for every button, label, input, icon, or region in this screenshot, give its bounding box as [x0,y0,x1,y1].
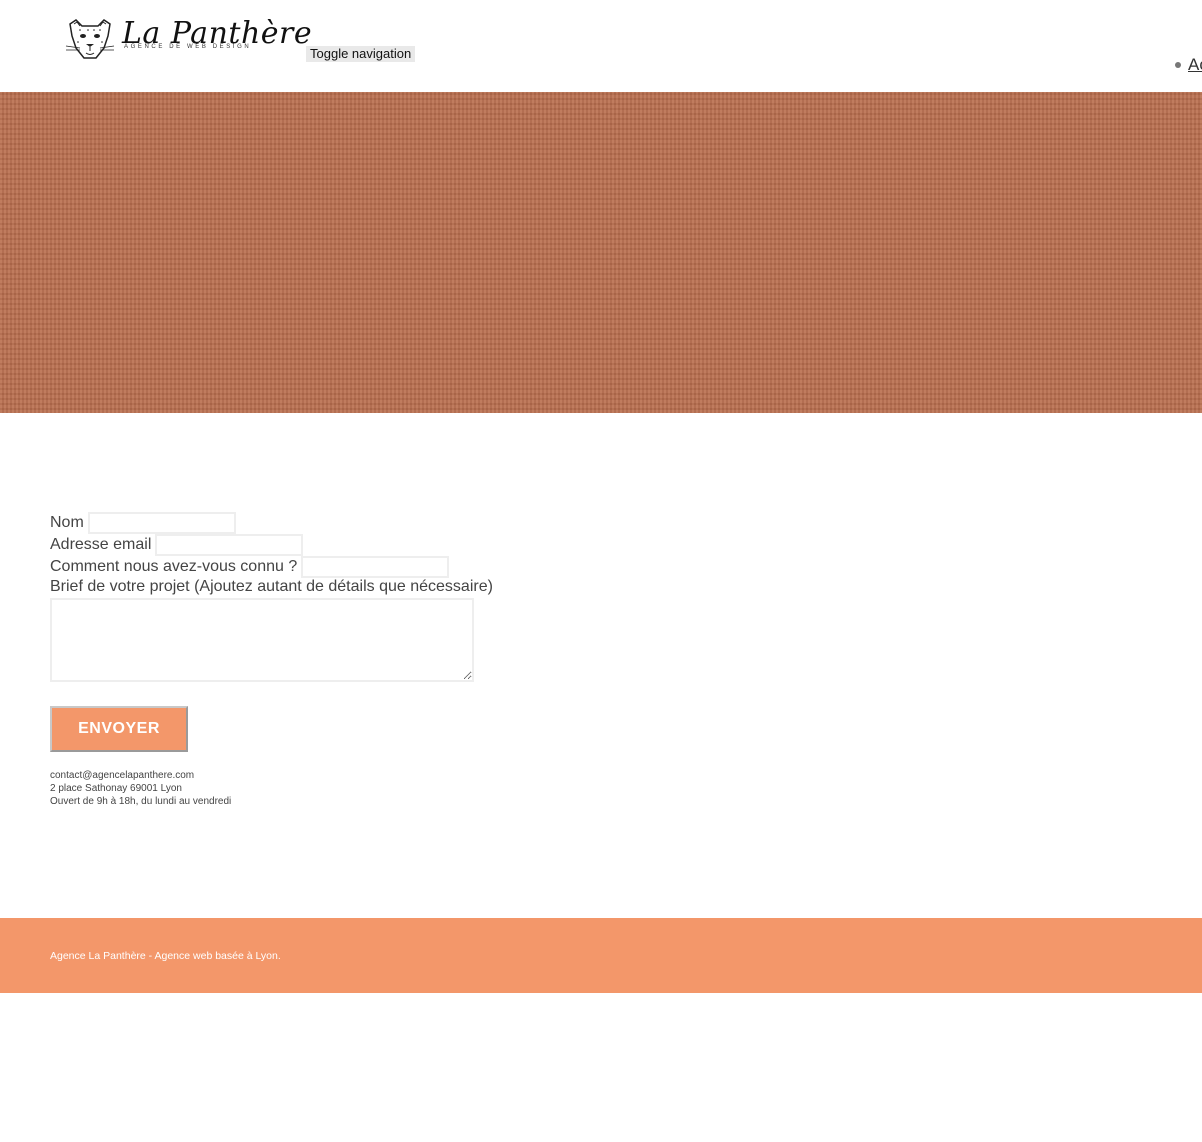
email-row: Adresse email [50,534,304,556]
hero-banner [0,92,1202,413]
site-header: La Panthère AGENCE DE WEB DESIGN Toggle … [0,0,1202,92]
contact-address: 2 place Sathonay 69001 Lyon [50,783,182,794]
contact-info: contact@agencelapanthere.com 2 place Sat… [50,769,231,808]
source-input[interactable] [301,556,450,578]
logo[interactable]: La Panthère AGENCE DE WEB DESIGN [64,14,312,64]
name-label: Nom [50,514,84,531]
panther-head-icon [65,19,115,59]
email-input[interactable] [155,534,304,556]
name-input[interactable] [87,512,236,534]
brief-textarea[interactable] [50,598,474,682]
contact-email: contact@agencelapanthere.com [50,770,195,781]
bullet-icon [1175,62,1181,68]
nav-link[interactable]: Ac [1188,56,1202,75]
source-row: Comment nous avez-vous connu ? [50,556,450,578]
email-label: Adresse email [50,536,152,553]
name-row: Nom [50,512,236,534]
contact-hours: Ouvert de 9h à 18h, du lundi au vendredi [50,796,232,807]
source-label: Comment nous avez-vous connu ? [50,558,298,575]
submit-button[interactable]: ENVOYER [50,706,188,752]
brief-label: Brief de votre projet (Ajoutez autant de… [50,578,493,595]
nav-item[interactable]: Ac [1174,56,1202,78]
site-footer: Agence La Panthère - Agence web basée à … [0,918,1202,993]
footer-text: Agence La Panthère - Agence web basée à … [50,950,281,962]
toggle-navigation-button[interactable]: Toggle navigation [306,46,416,62]
logo-subtitle: AGENCE DE WEB DESIGN [124,44,252,50]
